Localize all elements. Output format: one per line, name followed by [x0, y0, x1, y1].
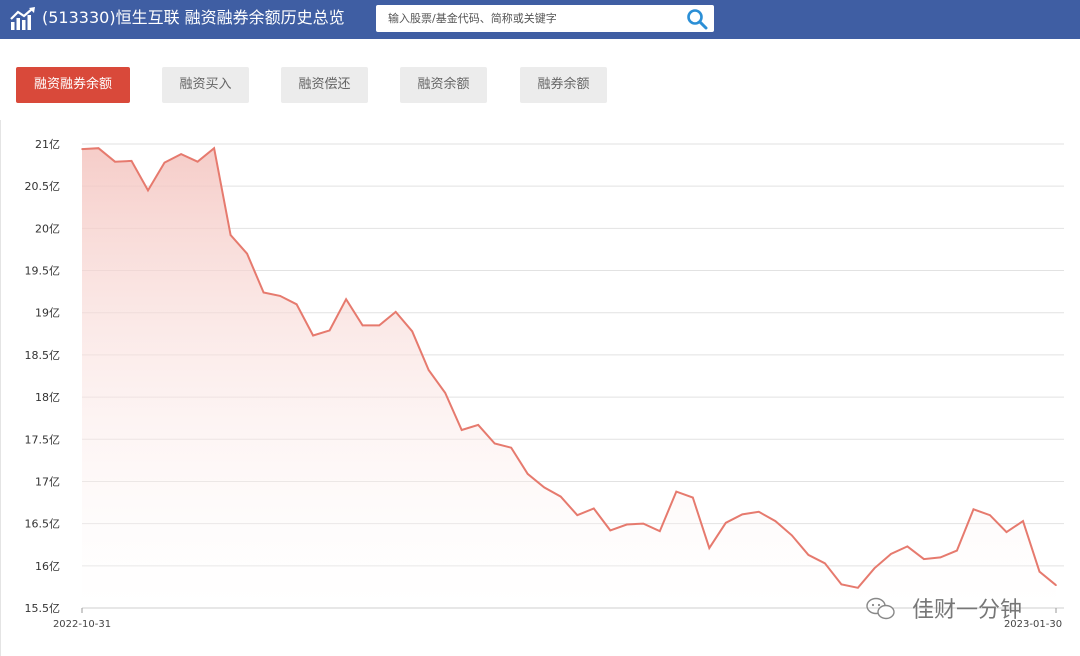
magnifier-icon[interactable]	[686, 8, 708, 30]
search-box	[376, 5, 714, 32]
tab-financing-buy[interactable]: 融资买入	[162, 67, 249, 103]
data-point	[163, 161, 166, 164]
data-point	[642, 522, 645, 525]
tab-financing-repay[interactable]: 融资偿还	[281, 67, 368, 103]
data-point	[873, 567, 876, 570]
data-point	[180, 153, 182, 155]
data-point	[295, 303, 298, 306]
data-point	[411, 330, 413, 333]
data-point	[229, 234, 232, 236]
data-point	[361, 324, 364, 327]
y-tick-label: 21亿	[35, 138, 60, 151]
y-axis-labels: 21亿 20.5亿 20亿 19.5亿 19亿 18.5亿 18亿 17.5亿 17亿 16.5亿…	[25, 138, 61, 615]
data-point	[510, 446, 513, 449]
y-tick-label: 16亿	[35, 560, 60, 573]
data-point	[130, 160, 133, 162]
data-point	[246, 252, 248, 255]
data-point	[807, 554, 810, 556]
data-point	[625, 523, 628, 526]
y-tick-label: 18亿	[35, 391, 60, 404]
header-bar: (513330)恒生互联 融资融券余额历史总览	[0, 0, 1080, 39]
data-point	[791, 534, 793, 537]
data-point	[378, 324, 380, 327]
data-point	[1005, 531, 1008, 533]
y-tick-label: 19亿	[35, 307, 60, 320]
data-point	[312, 334, 314, 337]
data-point	[1055, 584, 1057, 587]
data-point	[824, 562, 826, 565]
data-point	[758, 511, 760, 513]
tab-margin-total[interactable]: 融资融券余额	[16, 67, 130, 103]
data-point	[609, 529, 612, 532]
data-point	[1022, 520, 1024, 522]
data-point	[477, 424, 480, 426]
data-point	[1038, 570, 1041, 573]
data-point	[840, 583, 843, 586]
data-point	[675, 490, 678, 493]
data-point	[956, 549, 958, 552]
data-point	[394, 311, 397, 313]
y-tick-label: 19.5亿	[25, 265, 61, 278]
page-title: (513330)恒生互联 融资融券余额历史总览	[42, 8, 345, 27]
data-point	[460, 429, 463, 431]
bar-chart-trend-icon	[10, 7, 35, 30]
y-tick-label: 20.5亿	[25, 180, 61, 193]
data-point	[526, 473, 529, 475]
data-point	[989, 514, 991, 516]
tab-short-balance[interactable]: 融券余额	[520, 67, 607, 103]
data-point	[972, 508, 975, 511]
data-point	[328, 329, 331, 332]
margin-balance-chart: 21亿 20.5亿 20亿 19.5亿 19亿 18.5亿 18亿 17.5亿 17亿 16.5亿…	[25, 138, 1064, 630]
data-point	[906, 545, 909, 548]
data-point	[81, 148, 83, 150]
y-tick-label: 18.5亿	[25, 349, 61, 362]
data-point	[658, 530, 661, 533]
data-point	[774, 520, 777, 522]
data-point	[708, 547, 711, 549]
data-point	[725, 521, 727, 524]
data-point	[345, 298, 347, 301]
data-point	[444, 392, 446, 394]
y-tick-label: 20亿	[35, 222, 60, 235]
data-point	[493, 442, 496, 445]
data-point	[857, 586, 859, 589]
y-tick-label: 17亿	[35, 475, 60, 488]
data-point	[890, 553, 892, 555]
data-point	[741, 513, 744, 516]
data-point	[543, 486, 546, 489]
y-tick-label: 15.5亿	[25, 602, 61, 615]
data-point	[97, 147, 100, 150]
data-point	[923, 558, 925, 560]
data-point	[279, 295, 281, 297]
data-point	[262, 291, 265, 294]
data-point	[213, 147, 215, 150]
data-point	[692, 496, 694, 499]
data-point	[559, 495, 562, 498]
data-point	[114, 160, 116, 163]
data-point	[592, 507, 595, 510]
tab-financing-balance[interactable]: 融资余额	[400, 67, 487, 103]
data-point	[196, 160, 199, 163]
data-point	[576, 514, 579, 516]
data-point	[427, 369, 430, 371]
search-input[interactable]	[388, 10, 678, 27]
y-tick-label: 16.5亿	[25, 518, 61, 531]
data-point	[147, 189, 149, 192]
watermark-text: 佳财一分钟	[912, 598, 1022, 623]
y-tick-label: 17.5亿	[25, 433, 61, 446]
data-point	[939, 556, 942, 559]
x-tick-label: 2022-10-31	[53, 619, 111, 630]
